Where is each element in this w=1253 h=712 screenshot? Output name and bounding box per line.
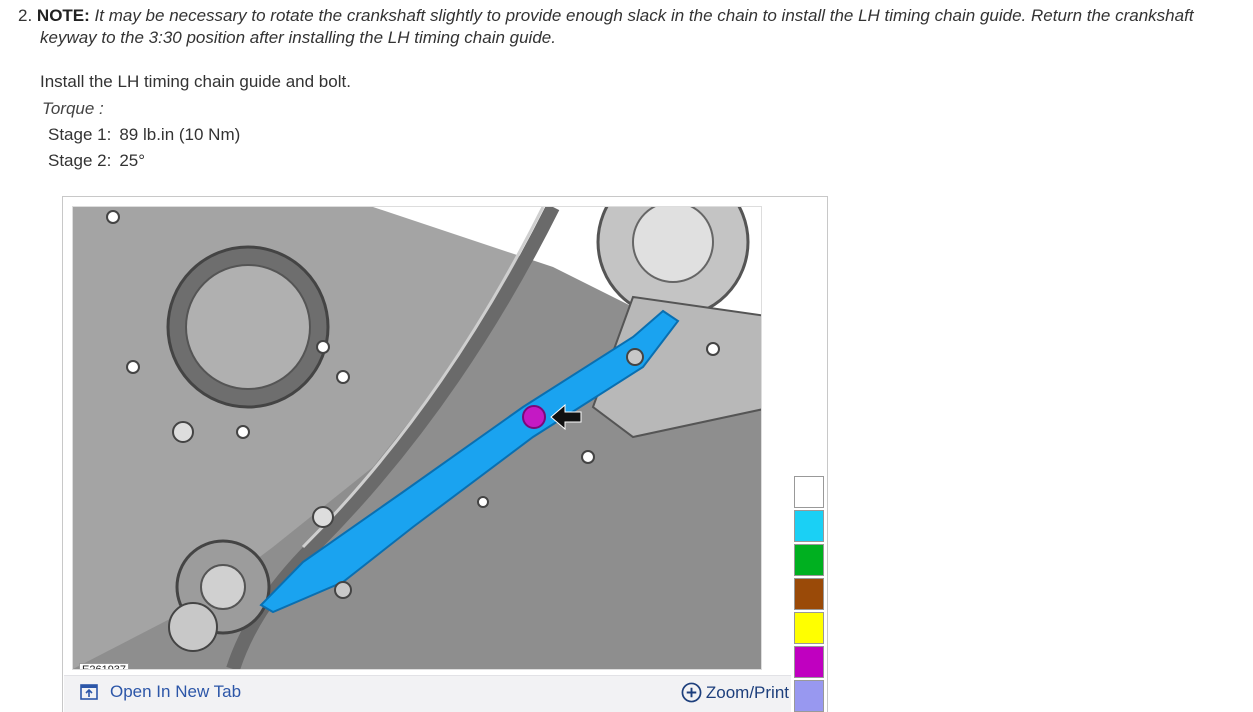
open-in-new-tab-link[interactable]: Open In New Tab — [80, 682, 241, 702]
figure-id: E261937 — [79, 663, 130, 669]
torque-stage-1: Stage 1: 89 lb.in (10 Nm) — [48, 125, 240, 145]
zoom-plus-icon — [681, 682, 702, 703]
note-text-line2: keyway to the 3:30 position after instal… — [40, 28, 556, 47]
engine-illustration[interactable]: E261937 — [72, 206, 762, 670]
color-swatch-yellow[interactable] — [794, 612, 824, 644]
torque-label: Torque : — [42, 99, 104, 118]
open-new-tab-icon — [80, 684, 98, 700]
color-swatch-green[interactable] — [794, 544, 824, 576]
note-text-line1: It may be necessary to rotate the cranks… — [94, 6, 1194, 25]
note-label: NOTE: — [36, 6, 90, 25]
color-swatch-magenta[interactable] — [794, 646, 824, 678]
figure-toolbar: Open In New Tab Zoom/Print — [64, 675, 791, 712]
color-swatch-white[interactable] — [794, 476, 824, 508]
zoom-print-link[interactable]: Zoom/Print — [681, 682, 789, 703]
zoom-print-label: Zoom/Print — [705, 682, 789, 702]
torque-stage-2: Stage 2: 25° — [48, 151, 145, 171]
step-2: 2. NOTE: It may be necessary to rotate t… — [18, 4, 1253, 28]
timing-chain-guide-diagram — [73, 207, 761, 669]
instruction-text: Install the LH timing chain guide and bo… — [40, 72, 351, 91]
guide-bolt — [522, 405, 546, 429]
color-swatch-lavender[interactable] — [794, 680, 824, 712]
color-swatch-cyan[interactable] — [794, 510, 824, 542]
color-palette — [794, 476, 824, 712]
stage-value: 89 lb.in (10 Nm) — [119, 125, 241, 144]
stage-value: 25° — [119, 151, 146, 170]
step-number: 2. — [18, 6, 33, 25]
stage-label: Stage 1: — [48, 125, 112, 144]
figure-container: E261937 Open In New Tab Zoom/Print — [62, 196, 828, 712]
stage-label: Stage 2: — [48, 151, 112, 170]
open-in-new-tab-label: Open In New Tab — [110, 682, 242, 701]
color-swatch-brown[interactable] — [794, 578, 824, 610]
